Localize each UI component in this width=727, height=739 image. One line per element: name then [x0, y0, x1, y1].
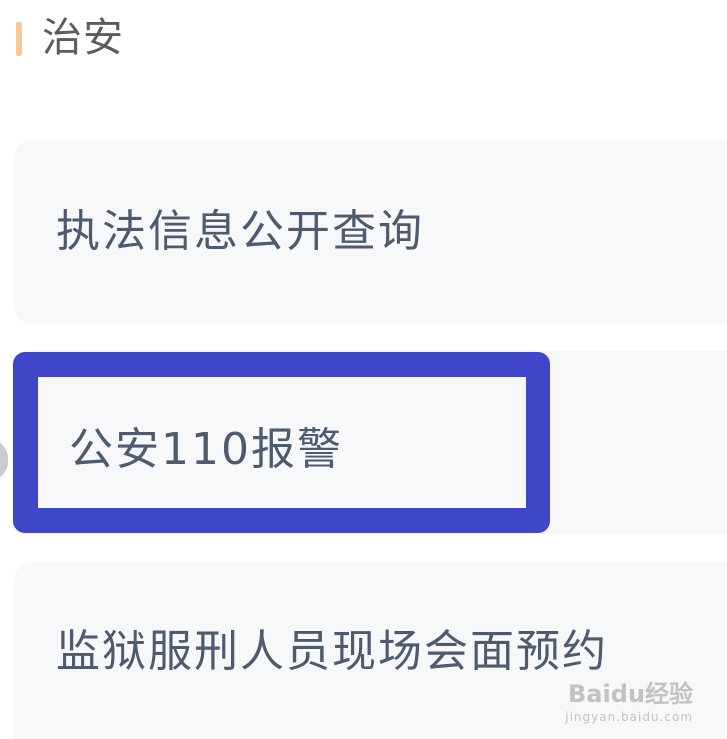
page: 治安 执法信息公开查询 公安110报警 监狱服刑人员现场会面预约 Baidu经验… — [0, 0, 727, 739]
watermark-sub-text: jingyan.baidu.com — [565, 710, 693, 724]
service-card-label: 公安110报警 — [69, 424, 343, 475]
watermark-main-text: Baidu经验 — [568, 680, 693, 708]
service-card-label: 执法信息公开查询 — [56, 206, 424, 257]
highlight-inner[interactable]: 公安110报警 — [38, 377, 526, 508]
watermark-logo: Baidu经验 jingyan.baidu.com — [565, 679, 693, 725]
edge-handle-icon — [0, 440, 8, 480]
section-accent-bar — [16, 22, 22, 56]
section-title: 治安 — [42, 15, 124, 61]
highlight-box: 公安110报警 — [13, 352, 550, 533]
service-card-label: 监狱服刑人员现场会面预约 — [56, 626, 608, 677]
service-card-law-enforcement-query[interactable]: 执法信息公开查询 — [14, 140, 727, 324]
section-header: 治安 — [0, 8, 727, 68]
